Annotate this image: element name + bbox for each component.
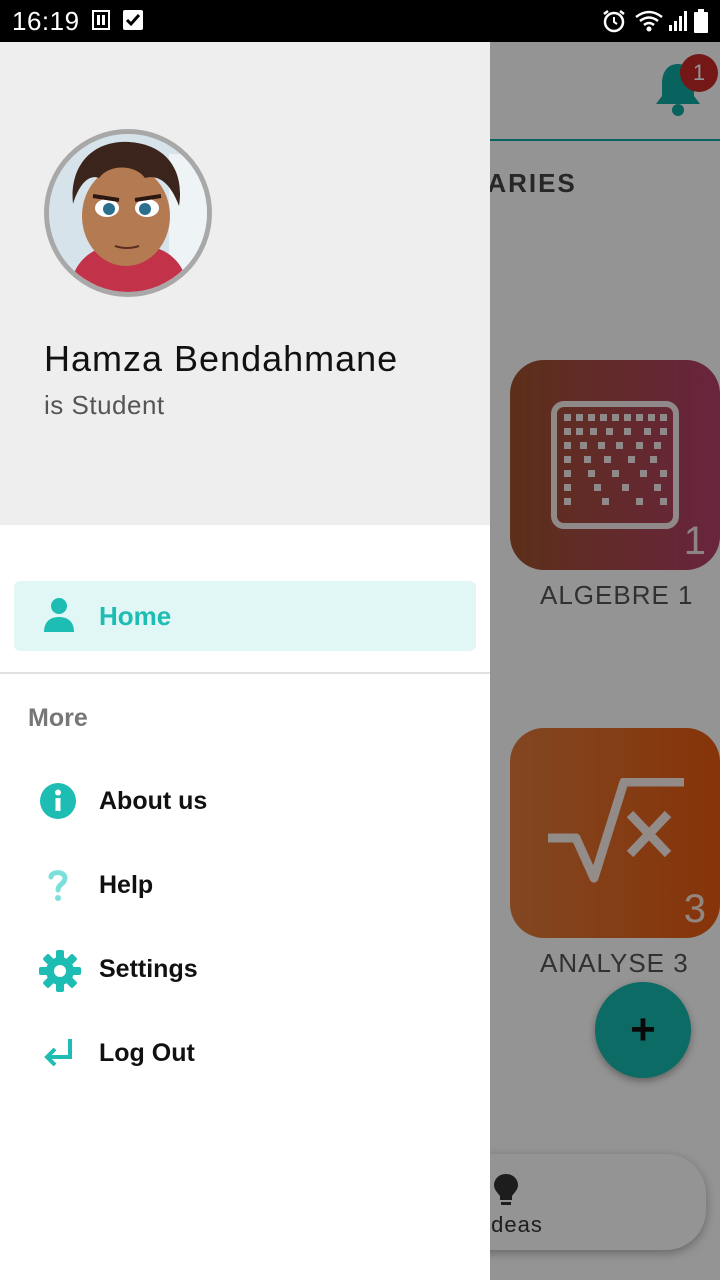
wifi-icon: [634, 9, 664, 38]
menu-item-label: Help: [99, 871, 154, 899]
menu-item-label: Home: [99, 601, 172, 631]
menu-item-label: Settings: [99, 955, 198, 983]
battery-icon: [694, 9, 708, 38]
avatar[interactable]: [44, 129, 212, 297]
help-icon: [38, 865, 78, 910]
menu-item-settings[interactable]: Settings: [0, 939, 490, 999]
menu-item-log-out[interactable]: Log Out: [0, 1023, 490, 1083]
info-icon: [38, 781, 78, 826]
alarm-icon: [602, 9, 626, 38]
sim-icon: [90, 9, 112, 36]
menu-item-label: About us: [99, 787, 208, 815]
check-box-icon: [122, 9, 144, 36]
gear-icon: [38, 949, 82, 998]
navigation-drawer: Hamza Bendahmane is Student Home More Ab…: [0, 42, 490, 1280]
menu-item-home[interactable]: Home: [14, 581, 476, 651]
status-time: 16:19: [12, 6, 80, 36]
menu-divider: [0, 672, 490, 674]
person-icon: [42, 596, 76, 639]
logout-icon: [38, 1033, 78, 1078]
section-title-more: More: [28, 704, 88, 732]
user-role: is Student: [44, 390, 165, 420]
menu-item-about-us[interactable]: About us: [0, 771, 490, 831]
menu-item-help[interactable]: Help: [0, 855, 490, 915]
user-name: Hamza Bendahmane: [44, 338, 399, 379]
status-bar: 16:19: [0, 0, 720, 42]
menu-item-label: Log Out: [99, 1039, 195, 1067]
signal-icon: [668, 9, 688, 38]
drawer-header: Hamza Bendahmane is Student: [0, 42, 490, 525]
